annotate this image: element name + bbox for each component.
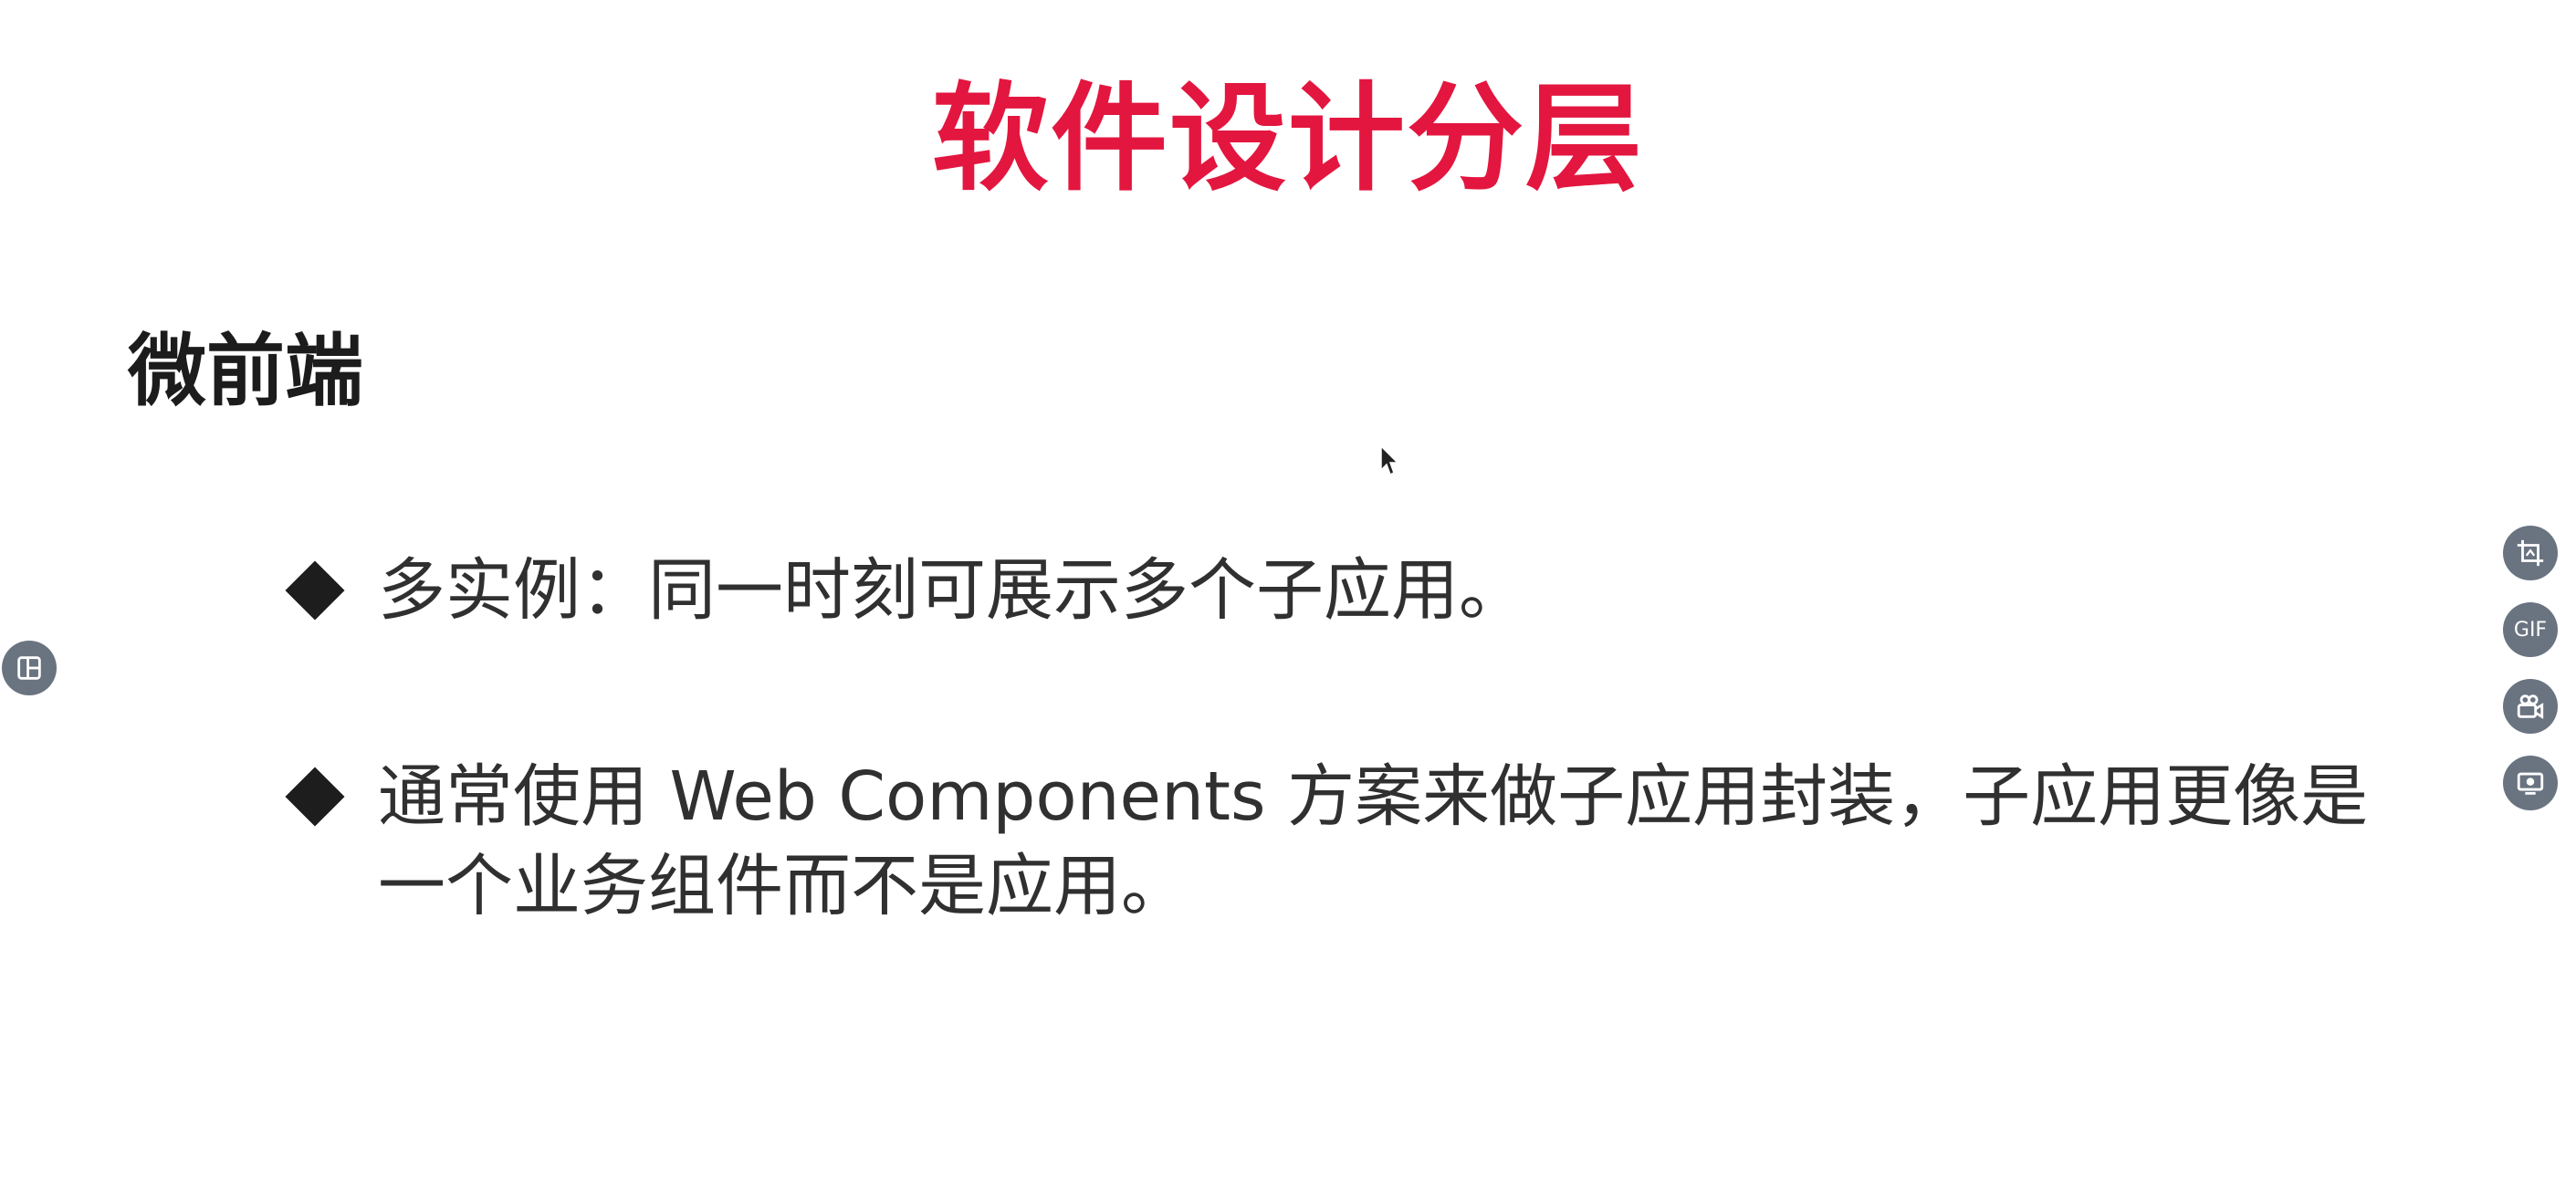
mouse-cursor-icon [1380, 445, 1398, 476]
bullet-text: 多实例：同一时刻可展示多个子应用。 [378, 551, 1526, 630]
layout-panel-button[interactable] [2, 641, 57, 695]
layout-panel-icon [17, 656, 41, 680]
gif-label: GIF [2513, 618, 2548, 642]
slide-title: 软件设计分层 [931, 71, 1644, 207]
video-camera-icon [2517, 694, 2544, 719]
screen-record-button[interactable] [2503, 756, 2558, 810]
screen-record-icon [2517, 772, 2544, 795]
crop-screenshot-button[interactable] [2503, 526, 2558, 580]
slide: 软件设计分层 微前端 多实例：同一时刻可展示多个子应用。 通常使用 Web Co… [0, 0, 2576, 1190]
bullet-text: 通常使用 Web Components 方案来做子应用封装，子应用更像是 [378, 757, 2369, 836]
crop-screenshot-icon [2517, 539, 2544, 567]
video-record-button[interactable] [2503, 679, 2558, 734]
gif-record-button[interactable]: GIF [2503, 602, 2558, 657]
diamond-bullet-icon [285, 560, 345, 621]
diamond-bullet-icon [285, 767, 345, 827]
bullet-text-continuation: 一个业务组件而不是应用。 [378, 847, 1189, 925]
slide-subtitle: 微前端 [128, 326, 363, 417]
